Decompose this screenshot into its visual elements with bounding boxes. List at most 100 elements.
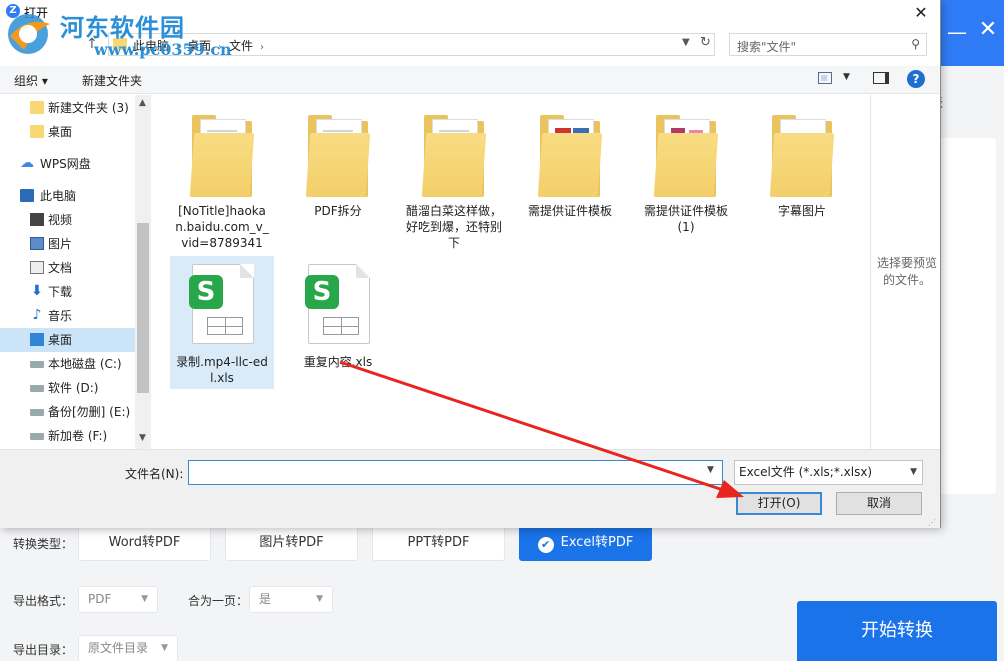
nav-item-label: 软件 (D:) [48,381,99,395]
spreadsheet-icon: S [302,264,374,350]
help-icon[interactable]: ? [907,70,925,88]
drive-icon [30,361,44,368]
view-icon[interactable] [818,72,832,84]
watermark-url: www.pc0359.cn [94,40,232,59]
watermark-logo [8,14,50,54]
nav-item-label: 视频 [48,213,73,227]
folder-icon [534,113,606,199]
filename-label: 文件名(N): [125,467,184,481]
nav-item-label: 图片 [48,237,73,251]
nav-item-label: 音乐 [48,309,73,323]
nav-item-drive-c[interactable]: 本地磁盘 (C:) [0,352,135,376]
scrollbar-thumb[interactable] [137,223,149,393]
chevron-down-icon: ▼ [141,594,148,604]
desktop-icon [30,333,44,346]
chevron-down-icon[interactable]: ▼ [707,465,714,475]
file-name: PDF拆分 [314,204,362,218]
search-placeholder: 搜索"文件" [737,40,797,54]
ppt-to-pdf-button[interactable]: PPT转PDF [372,524,505,561]
nav-item-label: 桌面 [48,125,73,139]
file-name: 录制.mp4-llc-edl.xls [176,355,268,385]
file-item-xls[interactable]: S 重复内容.xls [286,256,390,373]
nav-item-pictures[interactable]: 图片 [0,232,135,256]
file-type-value: Excel文件 (*.xls;*.xlsx) [739,465,873,479]
new-folder-button[interactable]: 新建文件夹 [82,72,142,89]
document-icon [30,261,44,274]
file-item-folder[interactable]: 需提供证件模板 (1) [634,105,738,238]
file-name: [NoTitle]haokan.baidu.com_v_vid=8789341 [175,204,269,250]
export-dir-value: 原文件目录 [88,641,149,655]
file-item-xls[interactable]: S 录制.mp4-llc-edl.xls [170,256,274,389]
video-icon [30,213,44,226]
nav-item-downloads[interactable]: ⬇ 下载 [0,280,135,304]
breadcrumb-files[interactable]: 文件 [229,39,253,53]
open-file-dialog: Z 打开 ✕ ↑ 此电脑 › 桌面 › 文件 › ▼ ↻ 搜索"文件" ⚲ 河东软件园 w… [0,0,941,528]
computer-icon [20,189,34,202]
file-type-filter[interactable]: Excel文件 (*.xls;*.xlsx) ▼ [734,460,923,485]
file-item-folder[interactable]: 醋溜白菜这样做，好吃到爆，还特别下 [402,105,506,254]
nav-item-wps-cloud[interactable]: ☁ WPS网盘 [0,152,135,176]
nav-item-new-folder[interactable]: 新建文件夹 (3) [0,96,135,120]
file-name: 醋溜白菜这样做，好吃到爆，还特别下 [405,204,502,250]
preview-message: 选择要预览的文件。 [876,256,937,287]
nav-item-label: 下载 [48,285,73,299]
nav-item-label: 新加卷 (F:) [48,429,108,443]
watermark-name: 河东软件园 [60,13,185,42]
cancel-button[interactable]: 取消 [836,492,922,515]
export-format-label: 导出格式： [13,594,74,608]
resize-grip-icon[interactable]: ⋰ [928,518,936,527]
nav-item-label: 本地磁盘 (C:) [48,357,122,371]
nav-scrollbar[interactable]: ▲ ▼ [135,95,151,449]
open-button[interactable]: 打开(O) [736,492,822,515]
dialog-toolbar: 组织 ▾ 新建文件夹 ▼ ? [0,66,940,94]
folder-icon [30,101,44,114]
nav-item-drive-d[interactable]: 软件 (D:) [0,376,135,400]
navigation-pane: 新建文件夹 (3) 桌面 ☁ WPS网盘 此电脑 视频 图片 文档 ⬇ 下载 ♪ 音乐… [0,95,151,449]
nav-item-desktop[interactable]: 桌面 [0,328,135,352]
nav-item-music[interactable]: ♪ 音乐 [0,304,135,328]
file-name: 需提供证件模板 (1) [643,204,728,234]
chevron-down-icon[interactable]: ▼ [139,433,146,443]
start-convert-button[interactable]: 开始转换 [797,601,997,661]
file-name: 需提供证件模板 [527,204,612,218]
nav-item-desktop-folder[interactable]: 桌面 [0,120,135,144]
nav-item-this-pc[interactable]: 此电脑 [0,184,135,208]
organize-button[interactable]: 组织 ▾ [14,72,48,89]
file-item-folder[interactable]: [NoTitle]haokan.baidu.com_v_vid=8789341 [170,105,274,254]
filename-input[interactable] [188,460,723,485]
download-icon: ⬇ [31,283,43,299]
dialog-close-icon[interactable]: ✕ [910,3,932,22]
convert-type-label: 转换类型： [13,537,74,551]
drive-icon [30,409,44,416]
word-to-pdf-button[interactable]: Word转PDF [78,524,211,561]
nav-item-label: 此电脑 [40,189,77,203]
merge-page-select[interactable]: 是 ▼ [249,586,333,613]
export-format-select[interactable]: PDF ▼ [78,586,158,613]
chevron-right-icon: › [260,42,265,53]
nav-item-documents[interactable]: 文档 [0,256,135,280]
nav-item-videos[interactable]: 视频 [0,208,135,232]
refresh-icon[interactable]: ↻ [700,35,711,50]
spreadsheet-icon: S [186,264,258,350]
folder-icon [418,113,490,199]
minimize-icon[interactable]: — [947,20,967,44]
excel-to-pdf-button[interactable]: ✔ Excel转PDF [519,524,652,561]
nav-item-drive-f[interactable]: 新加卷 (F:) [0,424,135,448]
file-item-folder[interactable]: 需提供证件模板 [518,105,622,222]
preview-pane-icon[interactable] [873,72,889,84]
export-format-value: PDF [88,592,112,606]
export-dir-select[interactable]: 原文件目录 ▼ [78,635,178,661]
chevron-up-icon[interactable]: ▲ [139,98,146,108]
search-icon: ⚲ [911,37,920,51]
file-item-folder[interactable]: PDF拆分 [286,105,390,222]
image-to-pdf-button[interactable]: 图片转PDF [225,524,358,561]
nav-item-drive-e[interactable]: 备份[勿删] (E:) [0,400,135,424]
search-input[interactable]: 搜索"文件" ⚲ [729,33,927,56]
file-item-folder[interactable]: 字幕图片 [750,105,854,222]
chevron-down-icon[interactable]: ▼ [682,37,690,48]
folder-icon [30,125,44,138]
folder-icon [766,113,838,199]
chevron-down-icon[interactable]: ▼ [843,72,850,82]
close-icon[interactable]: ✕ [977,17,999,42]
drive-icon [30,433,44,440]
